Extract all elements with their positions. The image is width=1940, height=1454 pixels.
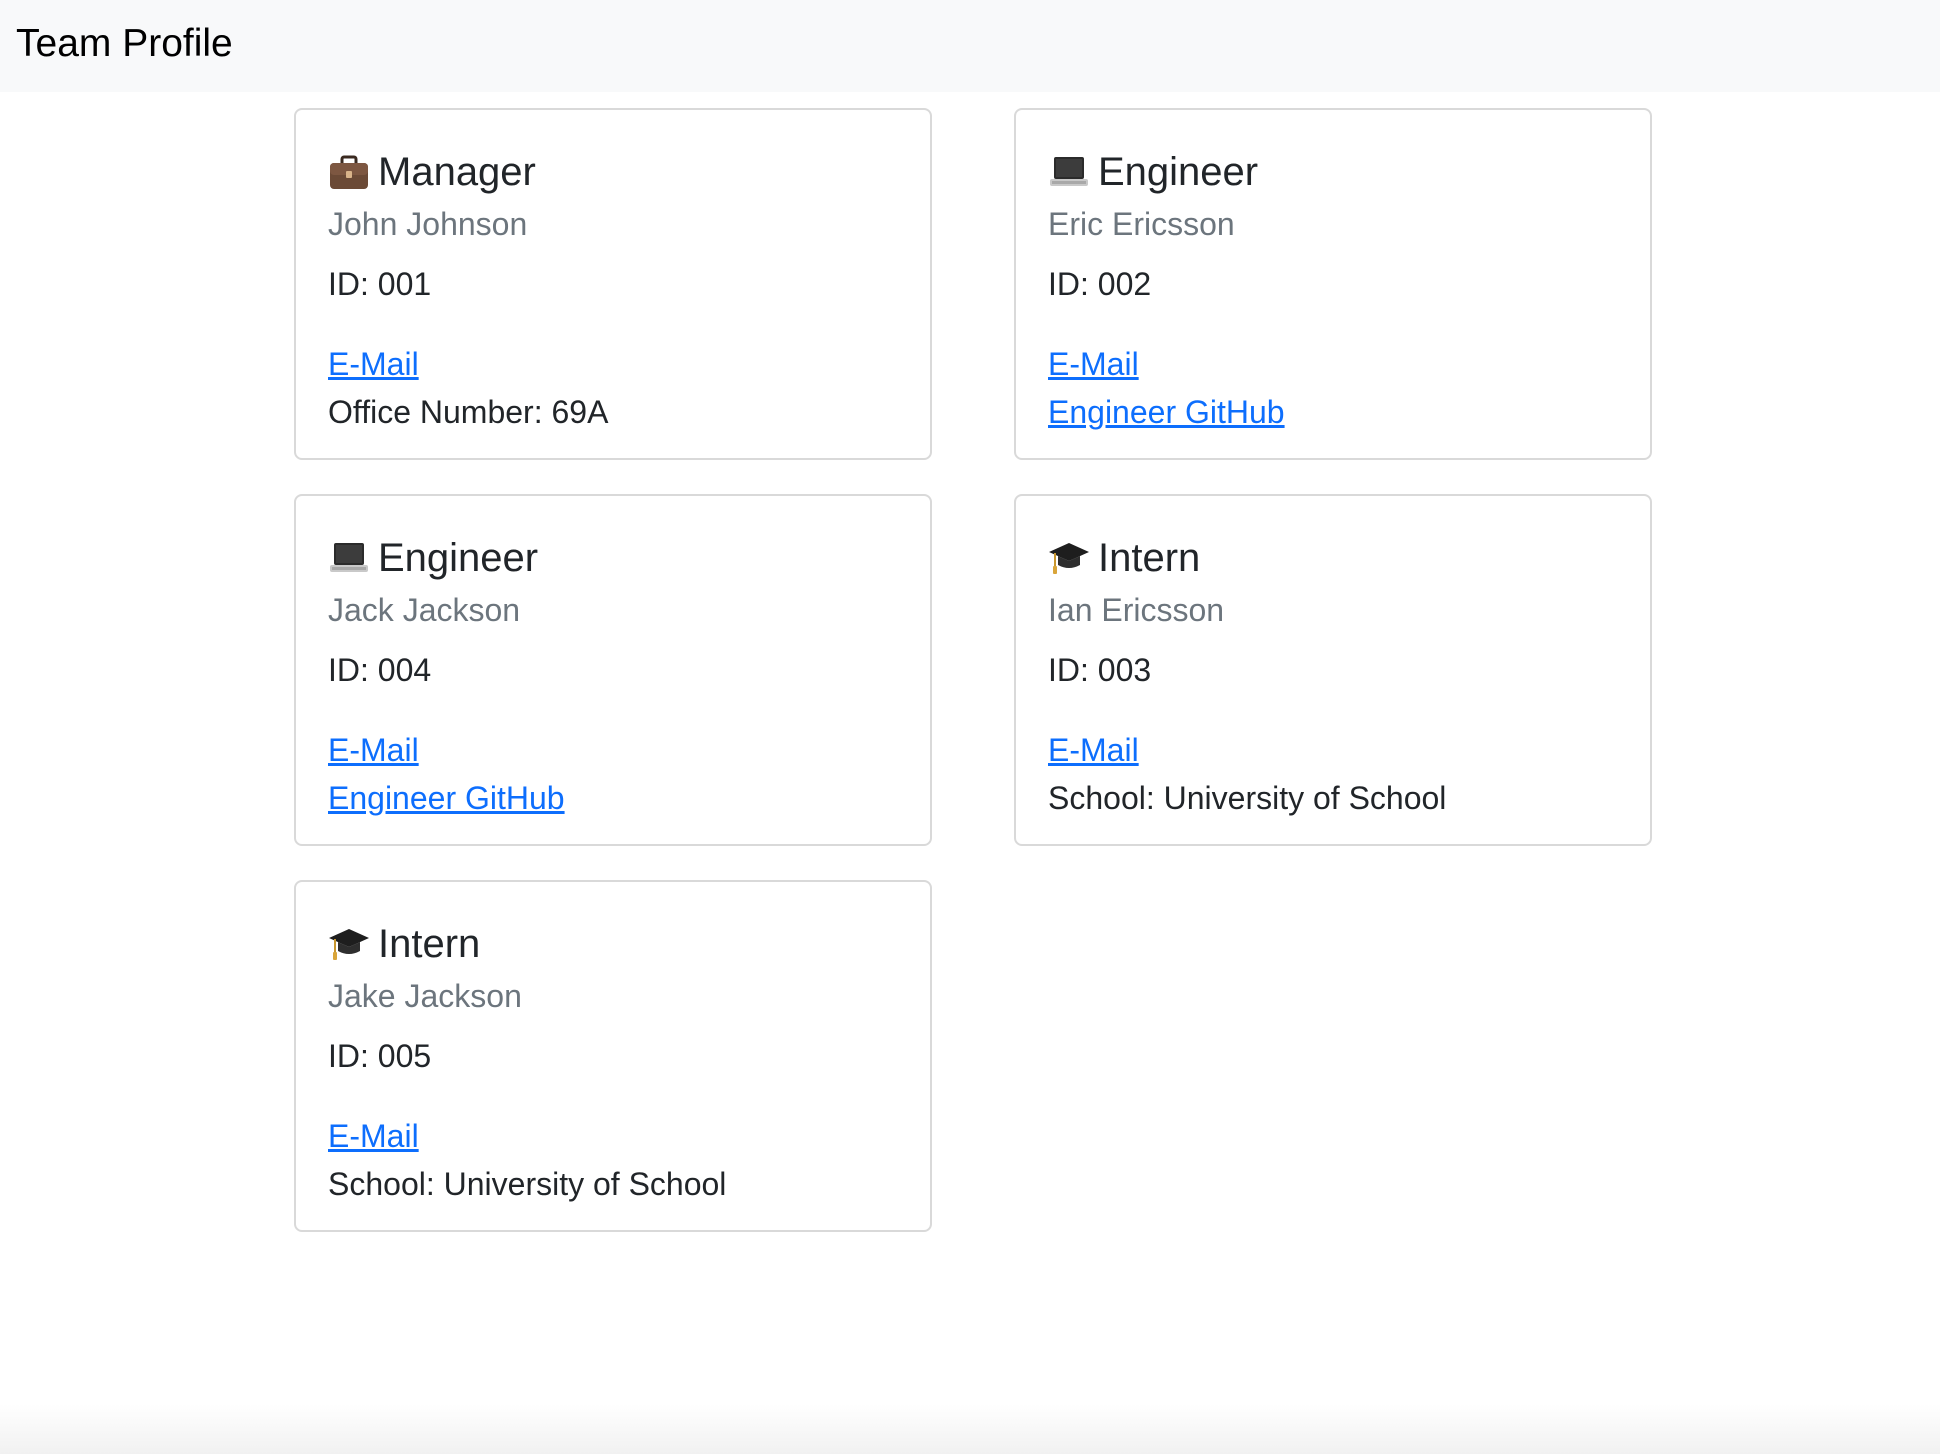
card-name: Ian Ericsson [1048,592,1225,628]
employee-card-engineer: Engineer Eric Ericsson ID: 002 E-Mail En… [1014,108,1652,460]
card-title: Manager [328,144,910,200]
laptop-icon [328,537,370,579]
employee-card-intern: Intern Ian Ericsson ID: 003 E-Mail Schoo… [1014,494,1652,846]
email-link[interactable]: E-Mail [328,346,419,382]
card-id: ID: 001 [328,266,432,302]
github-link[interactable]: Engineer GitHub [328,780,565,816]
graduation-cap-icon [1048,537,1090,579]
card-id: ID: 003 [1048,652,1152,688]
github-link[interactable]: Engineer GitHub [1048,394,1285,430]
navbar: Team Profile [0,0,1940,92]
email-link[interactable]: E-Mail [328,732,419,768]
navbar-brand[interactable]: Team Profile [16,20,233,68]
employee-card-manager: Manager John Johnson ID: 001 E-Mail Offi… [294,108,932,460]
briefcase-icon [328,151,370,193]
card-name: Jack Jackson [328,592,521,628]
card-title: Intern [328,916,910,972]
card-id: ID: 005 [328,1038,432,1074]
card-name: Eric Ericsson [1048,206,1235,242]
office-number: Office Number: 69A [328,394,609,430]
card-name: Jake Jackson [328,978,522,1014]
laptop-icon [1048,151,1090,193]
email-link[interactable]: E-Mail [1048,732,1139,768]
card-id: ID: 002 [1048,266,1152,302]
card-name: John Johnson [328,206,528,242]
card-title: Engineer [328,530,910,586]
card-title: Intern [1048,530,1630,586]
card-role: Engineer [378,535,539,580]
card-role: Engineer [1098,149,1259,194]
graduation-cap-icon [328,923,370,965]
card-role: Intern [378,921,481,966]
employee-card-engineer: Engineer Jack Jackson ID: 004 E-Mail Eng… [294,494,932,846]
card-id: ID: 004 [328,652,432,688]
email-link[interactable]: E-Mail [328,1118,419,1154]
bottom-edge [0,1404,1940,1454]
school: School: University of School [1048,780,1447,816]
school: School: University of School [328,1166,727,1202]
card-role: Manager [378,149,536,194]
employee-card-intern: Intern Jake Jackson ID: 005 E-Mail Schoo… [294,880,932,1232]
card-role: Intern [1098,535,1201,580]
email-link[interactable]: E-Mail [1048,346,1139,382]
card-title: Engineer [1048,144,1630,200]
